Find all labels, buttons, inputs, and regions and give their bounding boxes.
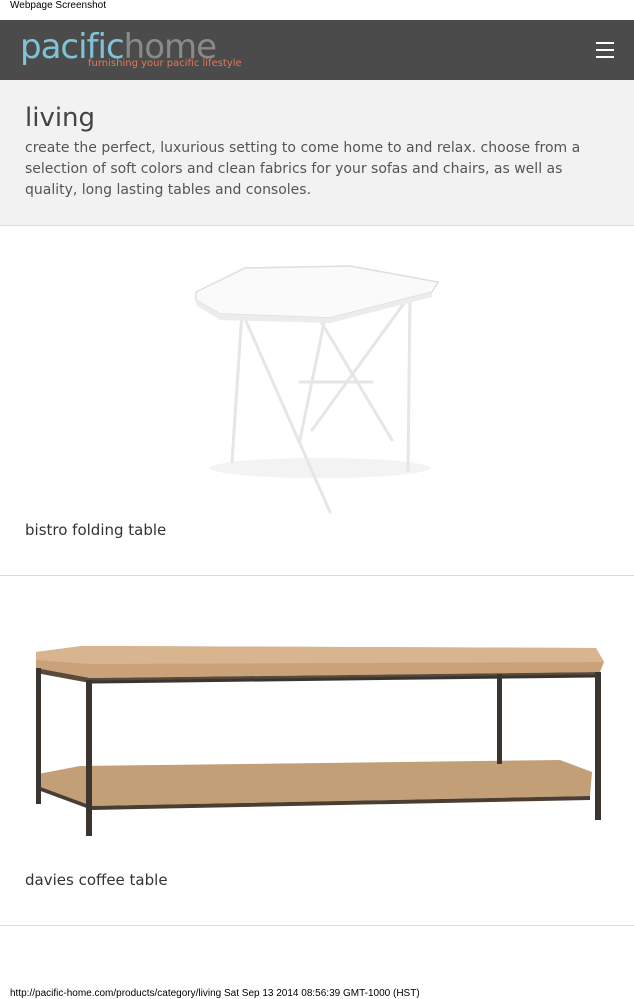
screenshot-caption: Webpage Screenshot [10, 0, 106, 11]
category-description: create the perfect, luxurious setting to… [25, 140, 581, 198]
footer-status-url: http://pacific-home.com/products/categor… [10, 988, 420, 999]
product-name[interactable]: bistro folding table [25, 521, 166, 539]
logo-tagline: furnishing your pacific lifestyle [88, 58, 242, 69]
product-card-bistro[interactable]: bistro folding table [0, 226, 634, 576]
hamburger-menu-icon[interactable] [594, 40, 616, 60]
category-title: living [25, 103, 96, 133]
product-card-davies[interactable]: davies coffee table [0, 576, 634, 926]
site-header: pacifichome furnishing your pacific life… [0, 20, 634, 80]
product-image-bistro-table[interactable] [0, 226, 634, 526]
logo[interactable]: pacifichome furnishing your pacific life… [20, 28, 242, 69]
product-image-davies-table[interactable] [0, 576, 634, 856]
product-name[interactable]: davies coffee table [25, 871, 168, 889]
